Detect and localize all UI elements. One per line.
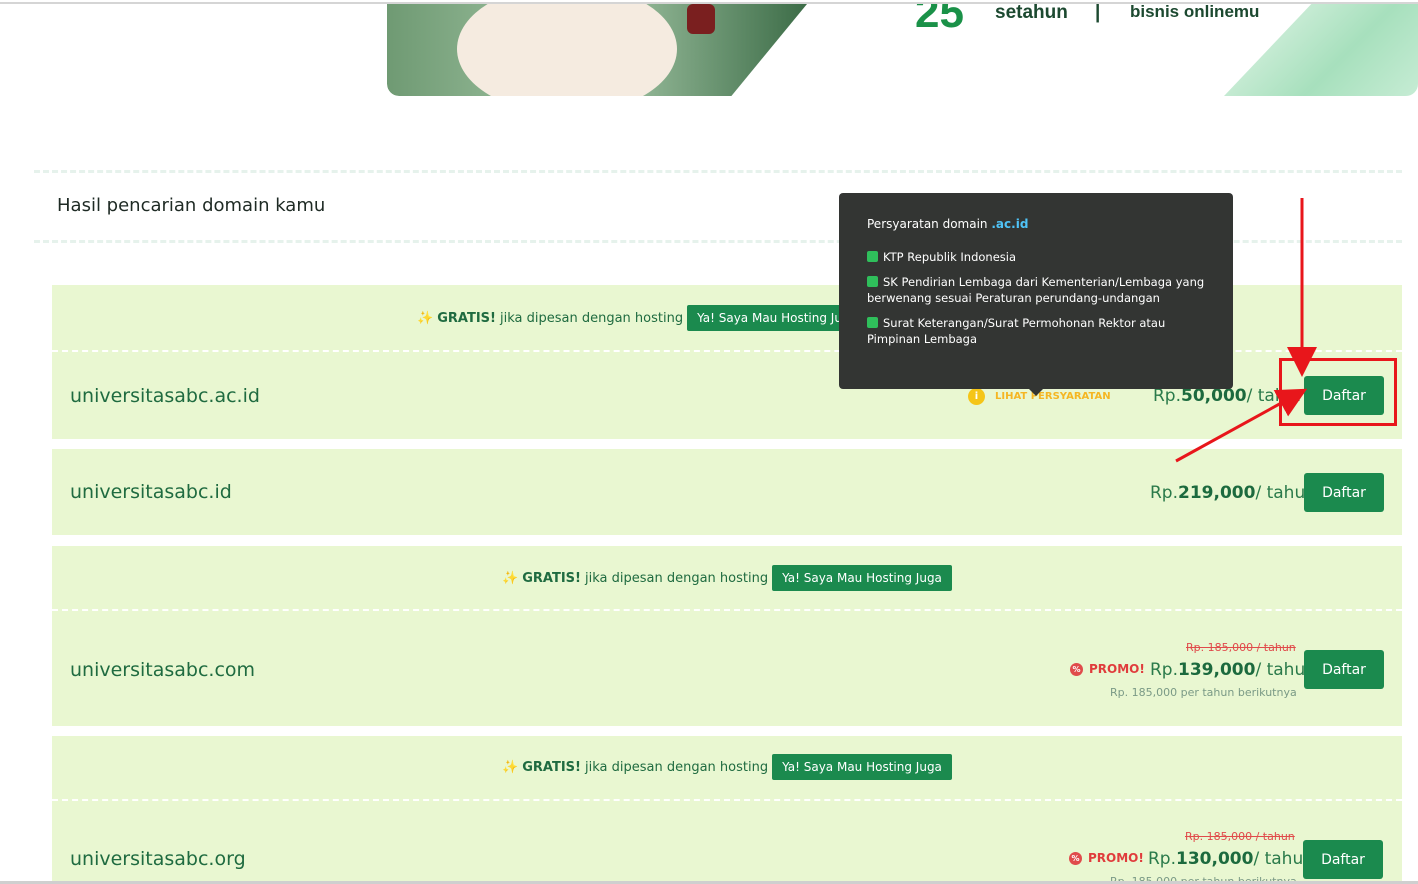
annotation-arrows	[1175, 198, 1317, 463]
annotation-arrow-diagonal	[1175, 388, 1308, 463]
